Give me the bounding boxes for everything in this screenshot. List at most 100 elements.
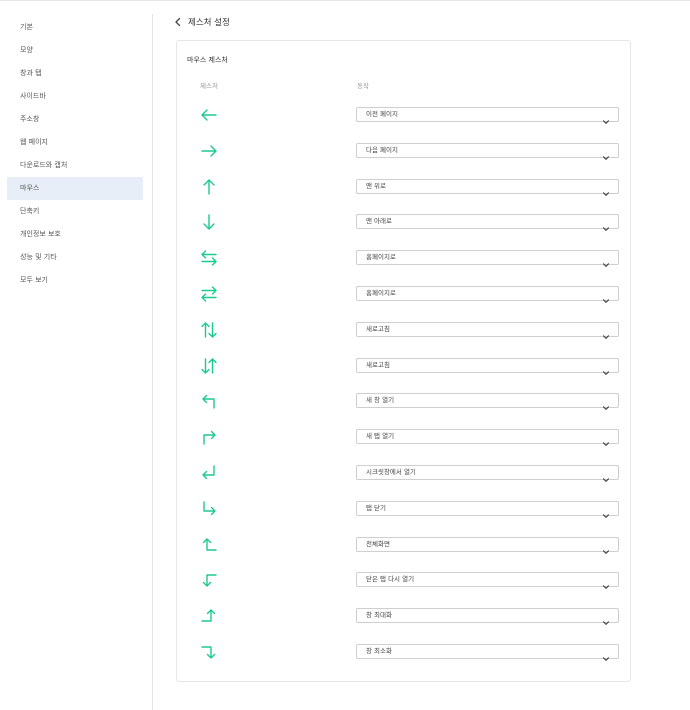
action-select-value: 홈페이지로 bbox=[366, 253, 396, 262]
action-select-value: 새 탭 열기 bbox=[366, 432, 395, 441]
chevron-down-icon bbox=[602, 541, 610, 554]
gesture-row: 새로고침 bbox=[177, 320, 632, 340]
action-select[interactable]: 새로고침 bbox=[356, 357, 619, 375]
action-select-value: 다음 페이지 bbox=[366, 145, 398, 154]
arrow-right-left-icon bbox=[199, 284, 219, 304]
action-select[interactable]: 새 창 열기 bbox=[356, 393, 619, 411]
arrow-left-right-icon bbox=[199, 248, 219, 268]
chevron-down-icon bbox=[602, 254, 610, 268]
page-title: 제스처 설정 bbox=[188, 18, 230, 28]
arrow-up-icon bbox=[199, 177, 219, 197]
action-select-value: 이전 페이지 bbox=[366, 110, 398, 118]
gesture-row: 새 창 열기 bbox=[177, 391, 632, 411]
column-header-action: 동작 bbox=[357, 82, 369, 90]
chevron-down-icon bbox=[602, 433, 610, 447]
chevron-left-icon[interactable] bbox=[172, 16, 184, 28]
action-select-value: 창 최대화 bbox=[366, 611, 392, 620]
action-select-value: 탭 닫기 bbox=[366, 503, 387, 512]
gesture-row: 맨 위로 bbox=[177, 177, 632, 197]
action-select[interactable]: 새로고침 bbox=[356, 321, 619, 339]
chevron-down-icon bbox=[602, 576, 610, 590]
arrow-up-down-icon bbox=[199, 320, 219, 340]
action-select[interactable]: 다음 페이지 bbox=[356, 142, 619, 160]
sidebar-item-performance[interactable]: 성능 및 기타 bbox=[0, 246, 152, 269]
action-select[interactable]: 창 최소화 bbox=[356, 644, 619, 661]
gesture-row: 탭 닫기 bbox=[177, 499, 632, 519]
gesture-row: 창 최대화 bbox=[177, 606, 632, 626]
arrow-right-down-icon bbox=[199, 642, 219, 662]
action-select-value: 전체화면 bbox=[366, 539, 390, 548]
column-header-gesture: 제스처 bbox=[200, 82, 218, 90]
chevron-down-icon bbox=[602, 648, 610, 661]
chevron-down-icon bbox=[602, 290, 610, 303]
action-select[interactable]: 맨 위로 bbox=[356, 178, 619, 196]
action-select-value: 맨 아래로 bbox=[366, 217, 392, 226]
action-select[interactable]: 전체화면 bbox=[356, 536, 619, 554]
action-select-value: 창 최소화 bbox=[366, 647, 392, 655]
gesture-row: 이전 페이지 bbox=[177, 105, 632, 125]
top-border bbox=[0, 0, 690, 1]
action-select[interactable]: 맨 아래로 bbox=[356, 214, 619, 232]
chevron-down-icon bbox=[602, 218, 610, 232]
gesture-row: 홈페이지로 bbox=[177, 284, 632, 304]
chevron-down-icon bbox=[602, 183, 610, 196]
arrow-down-right-icon bbox=[199, 499, 219, 519]
mouse-gesture-panel: 마우스 제스처 제스처 동작 이전 페이지다음 페이지맨 위로맨 아래로홈페이지… bbox=[176, 40, 631, 682]
chevron-down-icon bbox=[602, 612, 610, 626]
gesture-row: 창 최소화 bbox=[177, 642, 632, 662]
action-select[interactable]: 창 최대화 bbox=[356, 608, 619, 626]
chevron-down-icon bbox=[602, 505, 610, 518]
arrow-down-icon bbox=[199, 212, 219, 232]
action-select-value: 홈페이지로 bbox=[366, 289, 396, 297]
sidebar-item-web-page[interactable]: 웹 페이지 bbox=[0, 131, 152, 154]
page-header: 제스처 설정 bbox=[172, 14, 230, 30]
sidebar-item-download-capture[interactable]: 다운로드와 캡처 bbox=[0, 154, 152, 177]
gesture-row: 홈페이지로 bbox=[177, 248, 632, 268]
action-select-value: 새로고침 bbox=[366, 324, 390, 333]
action-select[interactable]: 홈페이지로 bbox=[356, 286, 619, 303]
arrow-left-icon bbox=[199, 105, 219, 125]
sidebar-item-basic[interactable]: 기본 bbox=[0, 16, 152, 39]
chevron-down-icon bbox=[602, 397, 610, 411]
chevron-down-icon bbox=[602, 326, 610, 339]
sidebar-divider bbox=[152, 14, 153, 710]
action-select[interactable]: 새 탭 열기 bbox=[356, 429, 619, 447]
action-select-value: 새 창 열기 bbox=[366, 396, 395, 405]
gesture-row: 전체화면 bbox=[177, 535, 632, 555]
gesture-row: 맨 아래로 bbox=[177, 212, 632, 232]
arrow-up-right-icon bbox=[199, 427, 219, 447]
action-select-value: 닫은 탭 다시 열기 bbox=[366, 575, 415, 584]
sidebar-item-shortcuts[interactable]: 단축키 bbox=[0, 200, 152, 223]
sidebar-item-sidebar[interactable]: 사이드바 bbox=[0, 85, 152, 108]
sidebar-item-windows-tabs[interactable]: 창과 탭 bbox=[0, 62, 152, 85]
action-select-value: 새로고침 bbox=[366, 360, 390, 369]
gesture-row: 닫은 탭 다시 열기 bbox=[177, 570, 632, 590]
action-select[interactable]: 홈페이지로 bbox=[356, 250, 619, 268]
arrow-left-up-icon bbox=[199, 535, 219, 555]
sidebar-item-view-all[interactable]: 모두 보기 bbox=[0, 269, 152, 292]
arrow-left-down-icon bbox=[199, 570, 219, 590]
arrow-down-up-icon bbox=[199, 356, 219, 376]
sidebar-item-privacy[interactable]: 개인정보 보호 bbox=[0, 223, 152, 246]
sidebar-item-mouse[interactable]: 마우스 bbox=[7, 177, 143, 200]
arrow-right-up-icon bbox=[199, 606, 219, 626]
gesture-row: 시크릿창에서 열기 bbox=[177, 463, 632, 483]
settings-sidebar: 기본 모양 창과 탭 사이드바 주소창 웹 페이지 다운로드와 캡처 마우스 단… bbox=[0, 16, 152, 292]
sidebar-item-appearance[interactable]: 모양 bbox=[0, 39, 152, 62]
panel-title: 마우스 제스처 bbox=[187, 56, 228, 64]
action-select[interactable]: 닫은 탭 다시 열기 bbox=[356, 572, 619, 590]
arrow-up-left-icon bbox=[199, 391, 219, 411]
action-select[interactable]: 시크릿창에서 열기 bbox=[356, 465, 619, 482]
gesture-row: 다음 페이지 bbox=[177, 141, 632, 161]
chevron-down-icon bbox=[602, 147, 610, 160]
arrow-down-left-icon bbox=[199, 463, 219, 483]
gesture-row: 새 탭 열기 bbox=[177, 427, 632, 447]
action-select-value: 시크릿창에서 열기 bbox=[366, 468, 416, 476]
sidebar-item-address-bar[interactable]: 주소창 bbox=[0, 108, 152, 131]
chevron-down-icon bbox=[602, 111, 610, 124]
action-select[interactable]: 탭 닫기 bbox=[356, 500, 619, 518]
arrow-right-icon bbox=[199, 141, 219, 161]
chevron-down-icon bbox=[602, 469, 610, 482]
action-select[interactable]: 이전 페이지 bbox=[356, 107, 619, 124]
action-select-value: 맨 위로 bbox=[366, 181, 387, 190]
